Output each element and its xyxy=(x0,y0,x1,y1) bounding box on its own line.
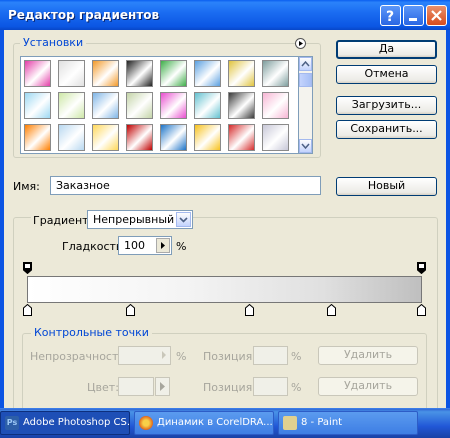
dropdown-button[interactable] xyxy=(176,212,191,227)
triangle-right-icon xyxy=(160,382,165,391)
opacity-position-label: Позиция: xyxy=(203,350,256,363)
photoshop-icon: Ps xyxy=(5,416,19,430)
opacity-label: Непрозрачность: xyxy=(30,350,129,363)
name-input[interactable]: Заказное xyxy=(50,176,321,195)
name-label: Имя: xyxy=(13,180,40,193)
preset-swatch[interactable] xyxy=(194,92,221,119)
smoothness-input[interactable]: 100 xyxy=(118,236,172,255)
preset-swatch[interactable] xyxy=(24,60,51,87)
preset-swatch[interactable] xyxy=(262,124,289,151)
preset-swatch[interactable] xyxy=(126,60,153,87)
smoothness-unit: % xyxy=(176,240,187,253)
triangle-right-icon xyxy=(160,350,168,363)
control-points-group xyxy=(22,333,427,413)
scroll-down-button[interactable] xyxy=(299,139,312,153)
taskbar: Ps Adobe Photoshop CS... Динамик в Corel… xyxy=(0,408,450,438)
svg-text:?: ? xyxy=(386,9,394,25)
presets-label: Установки xyxy=(20,36,87,49)
taskbar-item-photoshop[interactable]: Ps Adobe Photoshop CS... xyxy=(0,411,130,435)
close-button[interactable] xyxy=(426,5,447,26)
preset-swatch[interactable] xyxy=(194,60,221,87)
preset-swatch[interactable] xyxy=(228,124,255,151)
color-menu-button[interactable] xyxy=(155,377,170,396)
paint-icon xyxy=(283,416,297,430)
color-label: Цвет: xyxy=(87,381,119,394)
browser-icon xyxy=(139,416,153,430)
color-stop-4[interactable] xyxy=(327,304,336,316)
delete-opacity-stop-button[interactable]: Удалить xyxy=(318,346,418,365)
preset-swatch[interactable] xyxy=(262,92,289,119)
preset-swatch[interactable] xyxy=(58,124,85,151)
window-title: Редактор градиентов xyxy=(8,8,160,22)
preset-swatch[interactable] xyxy=(92,60,119,87)
preset-swatch[interactable] xyxy=(160,124,187,151)
opacity-unit: % xyxy=(176,350,187,363)
preset-swatch[interactable] xyxy=(228,60,255,87)
color-stop-1[interactable] xyxy=(23,304,32,316)
color-position-label: Позиция: xyxy=(203,381,256,394)
taskbar-item-label: 8 - Paint xyxy=(301,417,343,428)
triangle-right-icon xyxy=(161,242,165,249)
scroll-up-button[interactable] xyxy=(299,57,312,71)
window-border-left xyxy=(0,30,4,408)
opacity-stop-left[interactable] xyxy=(23,262,32,274)
preset-swatch[interactable] xyxy=(24,124,51,151)
help-button[interactable]: ? xyxy=(380,5,401,26)
color-position-input[interactable] xyxy=(253,377,288,396)
save-button[interactable]: Сохранить... xyxy=(336,120,437,139)
gradient-type-value: Непрерывный xyxy=(93,213,175,226)
ok-button[interactable]: Да xyxy=(336,40,437,59)
presets-scrollbar[interactable] xyxy=(299,56,313,154)
preset-swatch[interactable] xyxy=(126,124,153,151)
gradient-type-label: Градиент: xyxy=(31,214,95,227)
preset-swatch-grid[interactable] xyxy=(20,56,299,154)
taskbar-item-browser[interactable]: Динамик в CorelDRA... xyxy=(134,411,274,435)
preset-swatch[interactable] xyxy=(160,60,187,87)
color-stop-2[interactable] xyxy=(126,304,135,316)
preset-swatch[interactable] xyxy=(92,124,119,151)
scroll-thumb[interactable] xyxy=(299,73,312,87)
delete-color-stop-button[interactable]: Удалить xyxy=(318,377,418,396)
opacity-position-unit: % xyxy=(291,350,302,363)
color-stop-3[interactable] xyxy=(245,304,254,316)
triangle-right-icon xyxy=(299,41,303,46)
preset-swatch[interactable] xyxy=(24,92,51,119)
taskbar-item-label: Динамик в CorelDRA... xyxy=(157,417,273,428)
taskbar-item-label: Adobe Photoshop CS... xyxy=(23,417,130,428)
arrow-down-icon xyxy=(301,143,310,150)
preset-swatch[interactable] xyxy=(58,60,85,87)
question-icon: ? xyxy=(386,9,394,25)
cancel-button[interactable]: Отмена xyxy=(336,65,437,84)
window-border-right xyxy=(446,30,450,408)
arrow-up-icon xyxy=(301,60,310,67)
gradient-type-select[interactable]: Непрерывный xyxy=(87,210,193,229)
chevron-down-icon xyxy=(179,217,188,223)
color-position-unit: % xyxy=(291,381,302,394)
color-stop-5[interactable] xyxy=(417,304,426,316)
smoothness-slider-button[interactable] xyxy=(156,238,170,253)
preset-swatch[interactable] xyxy=(126,92,153,119)
preset-swatch[interactable] xyxy=(194,124,221,151)
new-button[interactable]: Новый xyxy=(336,177,437,196)
preset-swatch[interactable] xyxy=(92,92,119,119)
minimize-icon xyxy=(409,18,417,21)
preset-swatch[interactable] xyxy=(228,92,255,119)
taskbar-item-paint[interactable]: 8 - Paint xyxy=(278,411,418,435)
close-icon xyxy=(431,10,442,21)
smoothness-label: Гладкость: xyxy=(62,240,127,253)
control-points-label: Контрольные точки xyxy=(31,326,152,339)
smoothness-value: 100 xyxy=(124,239,145,252)
opacity-stop-right[interactable] xyxy=(417,262,426,274)
minimize-button[interactable] xyxy=(403,5,424,26)
preset-swatch[interactable] xyxy=(160,92,187,119)
presets-menu-button[interactable] xyxy=(295,38,306,49)
preset-swatch[interactable] xyxy=(262,60,289,87)
title-bar[interactable]: Редактор градиентов ? xyxy=(0,0,450,30)
gradient-preview-bar[interactable] xyxy=(27,276,422,303)
load-button[interactable]: Загрузить... xyxy=(336,96,437,115)
opacity-position-input[interactable] xyxy=(253,346,288,365)
preset-swatch[interactable] xyxy=(58,92,85,119)
color-swatch[interactable] xyxy=(118,377,154,396)
opacity-input[interactable] xyxy=(118,346,171,365)
